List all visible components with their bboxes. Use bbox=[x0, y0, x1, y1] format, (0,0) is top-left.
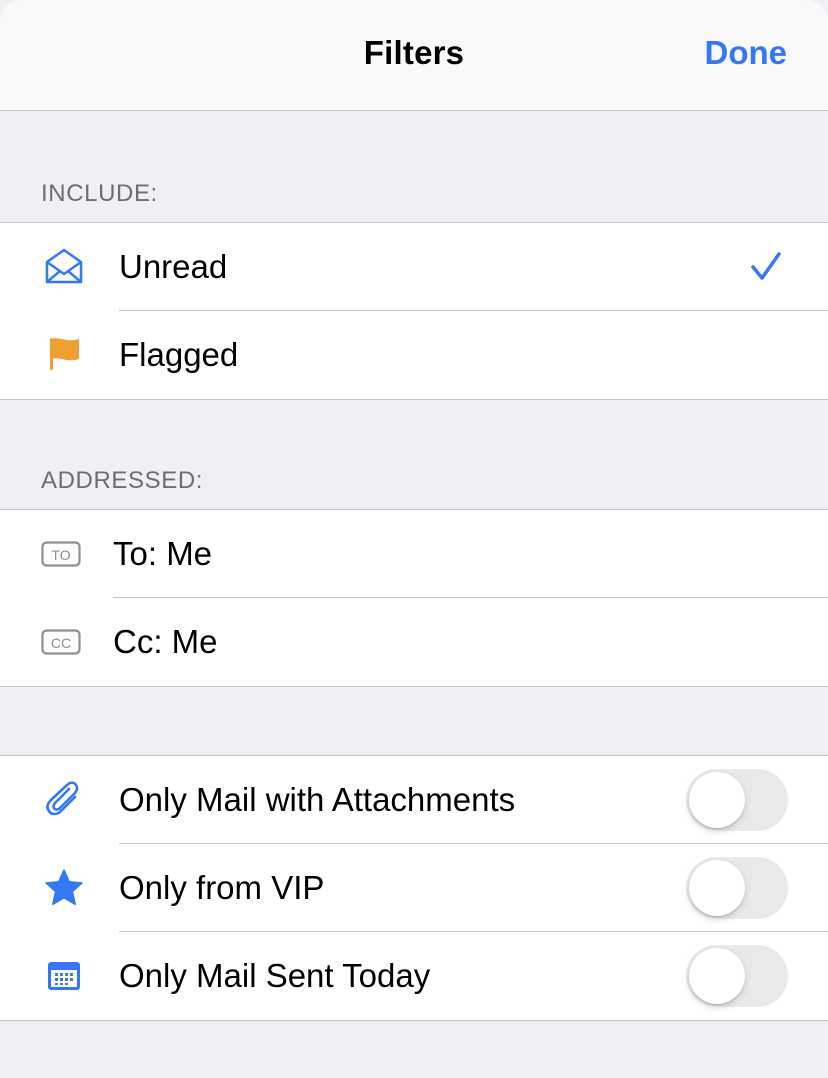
cc-badge-text: CC bbox=[51, 635, 71, 651]
filter-row-flagged[interactable]: Flagged bbox=[0, 311, 828, 399]
calendar-icon bbox=[48, 962, 80, 990]
option-row-attachments: Only Mail with Attachments bbox=[0, 756, 828, 844]
filter-label-to-me: To: Me bbox=[113, 535, 213, 572]
to-badge-icon: TO bbox=[41, 541, 81, 567]
filter-row-cc-me[interactable]: CC Cc: Me bbox=[0, 598, 828, 686]
addressed-section-header: ADDRESSED: bbox=[41, 467, 204, 494]
filter-label-cc-me: Cc: Me bbox=[113, 623, 218, 660]
envelope-open-icon bbox=[45, 248, 83, 284]
attachments-toggle[interactable] bbox=[686, 769, 788, 831]
option-label-vip: Only from VIP bbox=[119, 869, 325, 906]
to-badge-text: TO bbox=[51, 547, 70, 563]
option-label-attachments: Only Mail with Attachments bbox=[119, 781, 516, 818]
filter-label-unread: Unread bbox=[119, 248, 228, 285]
option-row-vip: Only from VIP bbox=[0, 844, 828, 932]
done-button[interactable]: Done bbox=[705, 34, 788, 72]
cc-badge-icon: CC bbox=[41, 629, 81, 655]
addressed-group: TO To: Me CC Cc: Me bbox=[0, 509, 828, 687]
option-label-sent-today: Only Mail Sent Today bbox=[119, 957, 431, 994]
options-group: Only Mail with Attachments Only from VIP bbox=[0, 755, 828, 1021]
filters-sheet: Filters Done INCLUDE: Unread Flagged ADD bbox=[0, 0, 828, 1078]
option-row-sent-today: Only Mail Sent Today bbox=[0, 932, 828, 1020]
toggle-knob bbox=[689, 860, 745, 916]
toggle-knob bbox=[689, 772, 745, 828]
sent-today-toggle[interactable] bbox=[686, 945, 788, 1007]
filter-label-flagged: Flagged bbox=[119, 336, 239, 373]
checkmark-icon bbox=[751, 252, 781, 280]
navigation-bar: Filters Done bbox=[0, 0, 828, 111]
filter-row-unread[interactable]: Unread bbox=[0, 223, 828, 311]
filter-row-to-me[interactable]: TO To: Me bbox=[0, 510, 828, 598]
vip-toggle[interactable] bbox=[686, 857, 788, 919]
include-section-header: INCLUDE: bbox=[41, 180, 158, 207]
paperclip-icon bbox=[46, 781, 79, 816]
flag-icon bbox=[50, 338, 79, 370]
star-icon bbox=[45, 869, 83, 906]
include-group: Unread Flagged bbox=[0, 222, 828, 400]
toggle-knob bbox=[689, 948, 745, 1004]
